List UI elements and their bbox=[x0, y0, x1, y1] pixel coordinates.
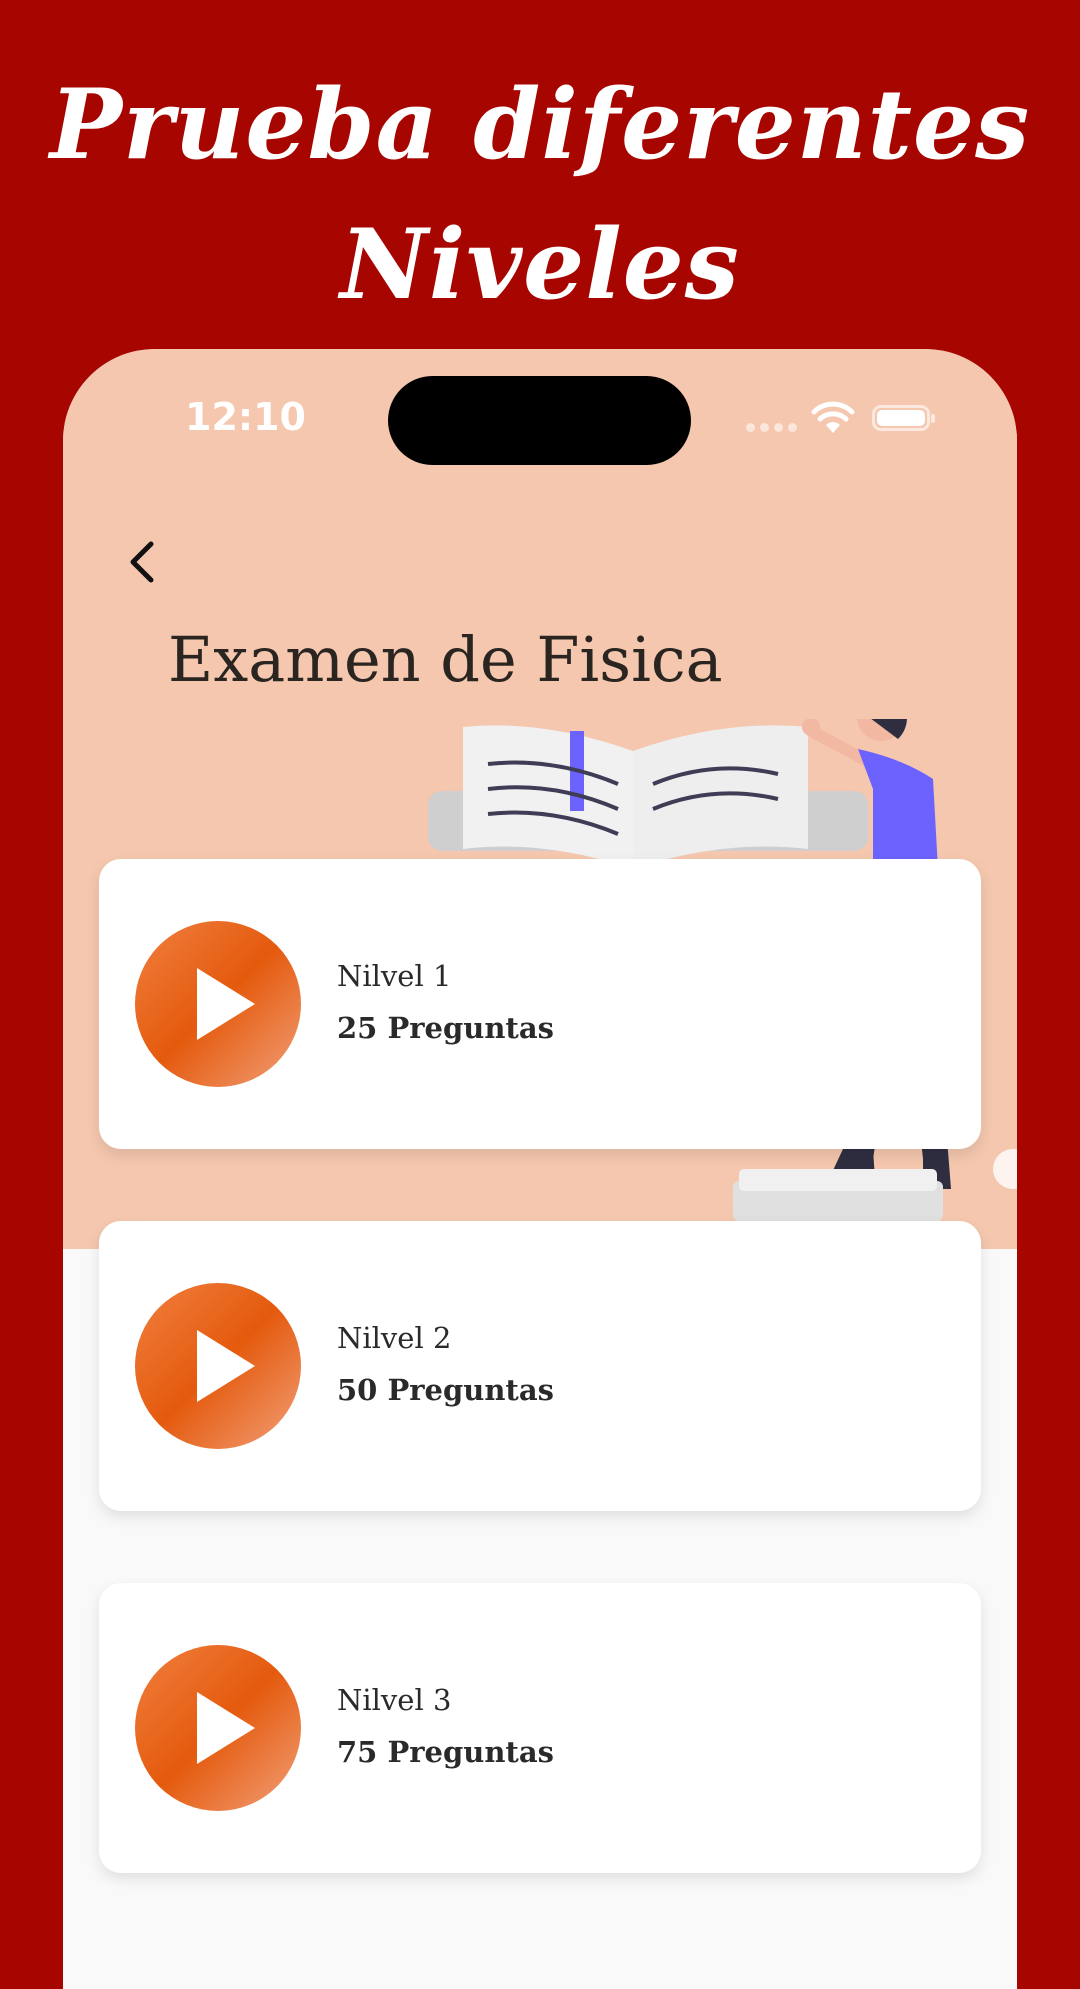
promo-title-line1: Prueba diferentes bbox=[49, 68, 1031, 181]
play-button[interactable] bbox=[135, 1645, 301, 1811]
play-button[interactable] bbox=[135, 1283, 301, 1449]
back-button[interactable] bbox=[113, 532, 173, 592]
level-card-1[interactable]: Nilvel 1 25 Preguntas bbox=[99, 859, 981, 1149]
dynamic-island bbox=[388, 376, 691, 465]
chevron-left-icon bbox=[130, 541, 154, 583]
level-name: Nilvel 2 bbox=[337, 1321, 452, 1355]
level-question-count: 75 Preguntas bbox=[337, 1735, 554, 1769]
play-icon bbox=[197, 1692, 255, 1764]
level-question-count: 50 Preguntas bbox=[337, 1373, 554, 1407]
play-icon bbox=[197, 968, 255, 1040]
wifi-icon bbox=[811, 401, 855, 433]
play-button[interactable] bbox=[135, 921, 301, 1087]
level-card-2[interactable]: Nilvel 2 50 Preguntas bbox=[99, 1221, 981, 1511]
screen-title: Examen de Fisica bbox=[168, 623, 723, 696]
signal-icon bbox=[746, 423, 797, 432]
status-time: 12:10 bbox=[185, 395, 306, 439]
battery-icon bbox=[872, 405, 935, 431]
promo-title-line2: Niveles bbox=[340, 208, 740, 321]
phone-frame: 12:10 Examen de Fisica Nilvel 1 25 Pregu… bbox=[63, 349, 1017, 1989]
level-name: Nilvel 1 bbox=[337, 959, 452, 993]
level-question-count: 25 Preguntas bbox=[337, 1011, 554, 1045]
play-icon bbox=[197, 1330, 255, 1402]
level-card-3[interactable]: Nilvel 3 75 Preguntas bbox=[99, 1583, 981, 1873]
level-name: Nilvel 3 bbox=[337, 1683, 452, 1717]
promo-title: Prueba diferentes Niveles bbox=[0, 55, 1080, 335]
